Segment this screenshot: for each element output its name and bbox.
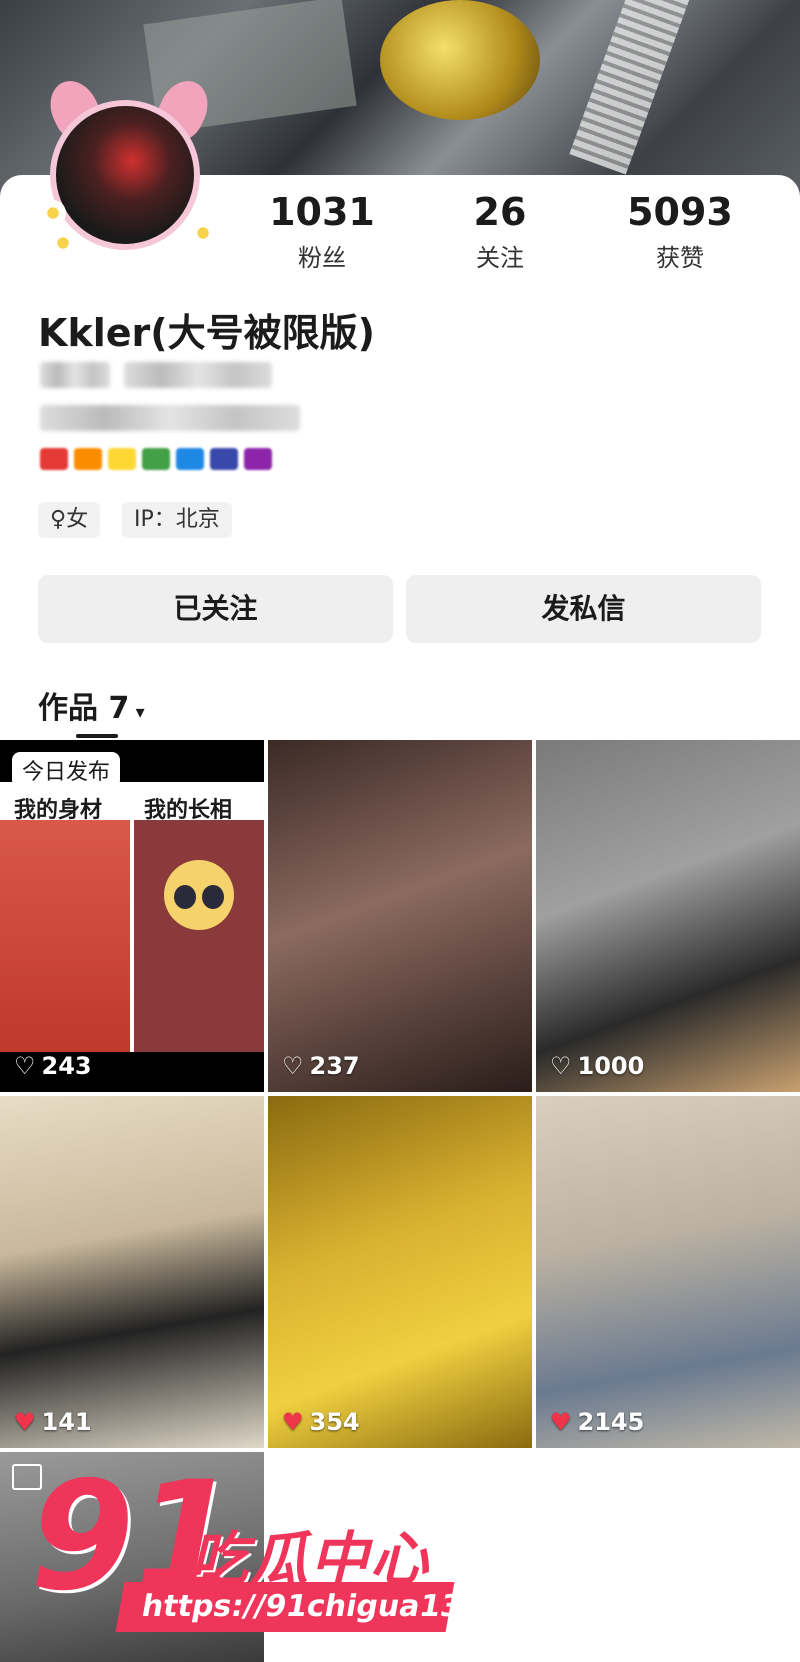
heart-icon — [176, 448, 204, 470]
work-item[interactable]: ♡ 237 — [268, 740, 532, 1092]
gender-tag-text: ♀女 — [50, 507, 89, 532]
following-button[interactable]: 已关注 — [38, 575, 393, 643]
work-item[interactable]: ♡ 1000 — [536, 740, 800, 1092]
ip-tag: IP：北京 — [122, 502, 232, 538]
heart-outline-icon: ♡ — [282, 1052, 304, 1080]
works-label: 作品 7 — [38, 691, 130, 726]
tab-works[interactable]: 作品 7 ▾ — [38, 683, 145, 727]
stat-following[interactable]: 26 关注 — [430, 192, 570, 273]
heart-outline-icon: ♡ — [550, 1052, 572, 1080]
like-value: 141 — [41, 1408, 92, 1436]
stat-followers[interactable]: 1031 粉丝 — [252, 192, 392, 273]
stat-likes[interactable]: 5093 获赞 — [610, 192, 750, 273]
heart-icon — [142, 448, 170, 470]
work-item[interactable]: ♥ 354 — [268, 1096, 532, 1448]
like-value: 1000 — [577, 1052, 645, 1080]
like-value: 243 — [41, 1052, 92, 1080]
heart-filled-icon: ♥ — [14, 1408, 36, 1436]
like-count: ♡ 237 — [282, 1052, 360, 1080]
heart-outline-icon: ♡ — [14, 1052, 36, 1080]
blurred-id-label — [40, 362, 110, 388]
work-item[interactable]: ♥ 141 — [0, 1096, 264, 1448]
like-count: ♥ 354 — [282, 1408, 360, 1436]
like-value: 2145 — [577, 1408, 645, 1436]
caption-left: 我的身材 — [14, 798, 103, 823]
stat-value: 5093 — [627, 190, 733, 234]
rainbow-hearts — [40, 448, 272, 470]
gender-tag: ♀女 — [38, 502, 101, 538]
blurred-bio — [40, 405, 300, 431]
watermark-url: https://91chigua13.com — [115, 1582, 546, 1632]
tab-underline — [76, 734, 118, 738]
profile-name: Kkler(大号被限版) — [38, 311, 375, 355]
banner-chain — [569, 0, 691, 175]
heart-icon — [40, 448, 68, 470]
heart-icon — [74, 448, 102, 470]
heart-icon — [210, 448, 238, 470]
like-value: 354 — [309, 1408, 360, 1436]
heart-filled-icon: ♥ — [550, 1408, 572, 1436]
chevron-down-icon: ▾ — [129, 702, 145, 723]
blurred-id-value — [124, 362, 272, 388]
like-count: ♥ 141 — [14, 1408, 92, 1436]
work-item[interactable]: ♥ 2145 — [536, 1096, 800, 1448]
stat-label: 粉丝 — [298, 244, 346, 272]
heart-icon — [244, 448, 272, 470]
message-button[interactable]: 发私信 — [406, 575, 761, 643]
caption-right: 我的长相 — [144, 798, 233, 823]
like-count: ♥ 2145 — [550, 1408, 644, 1436]
stat-value: 1031 — [269, 190, 375, 234]
like-count: ♡ 243 — [14, 1052, 92, 1080]
today-badge: 今日发布 — [12, 752, 121, 788]
thumb-panel-left — [0, 820, 130, 1052]
like-value: 237 — [309, 1052, 360, 1080]
watermark-logo: 91 吃瓜中心 https://91chigua13.com — [30, 1462, 546, 1662]
stat-label: 关注 — [476, 244, 524, 272]
work-item[interactable]: 今日发布 我的身材 我的长相 ♡ 243 — [0, 740, 264, 1092]
stat-value: 26 — [473, 190, 527, 234]
like-count: ♡ 1000 — [550, 1052, 644, 1080]
heart-icon — [108, 448, 136, 470]
profile-stats: 1031 粉丝 26 关注 5093 获赞 — [0, 192, 800, 282]
stat-label: 获赞 — [656, 244, 704, 272]
thumb-panel-right — [134, 820, 264, 1052]
banner-gold-ornament — [380, 0, 540, 120]
heart-filled-icon: ♥ — [282, 1408, 304, 1436]
